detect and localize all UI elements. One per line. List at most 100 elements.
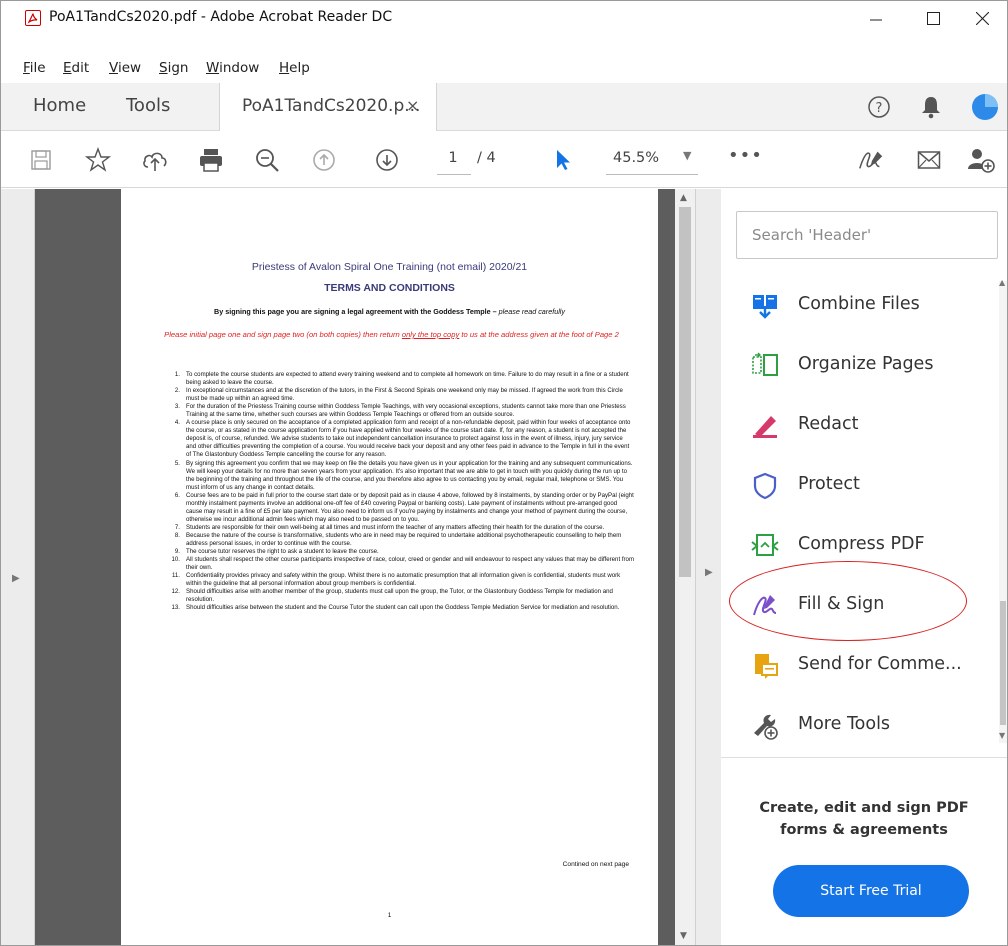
tools-scrollbar-thumb[interactable] <box>1000 601 1006 725</box>
zoom-out-icon[interactable] <box>253 146 281 174</box>
tool-protect[interactable]: Protect <box>747 463 997 507</box>
pdf-page: Priestess of Avalon Spiral One Training … <box>121 189 658 945</box>
terms-item-number: 10. <box>171 556 180 564</box>
tools-search-input[interactable] <box>738 213 996 257</box>
terms-item-number: 7. <box>174 523 180 531</box>
minimize-button[interactable] <box>853 1 899 35</box>
pdf-legal-notice: By signing this page you are signing a l… <box>121 307 658 316</box>
terms-item-text: In exceptional circumstances and at the … <box>186 387 623 403</box>
tool-organize-pages[interactable]: Organize Pages <box>747 343 997 387</box>
add-user-icon[interactable] <box>967 146 995 174</box>
tool-send-for-comment[interactable]: Send for Comme... <box>747 643 997 687</box>
terms-item: 4. A course place is only secured on the … <box>169 419 634 459</box>
pdf-heading: TERMS AND CONDITIONS <box>324 282 455 294</box>
zoom-underline <box>606 174 698 175</box>
more-options-icon[interactable]: ••• <box>728 145 763 166</box>
menu-sign[interactable]: Sign <box>153 57 195 79</box>
document-scrollbar[interactable]: ▲ ▼ <box>675 189 695 945</box>
redact-icon <box>751 412 779 440</box>
pdf-instruction-underlined: only the top copy <box>401 330 460 339</box>
terms-item-text: By signing this agreement you confirm th… <box>186 459 633 491</box>
expand-left-icon[interactable]: ▶ <box>12 573 20 584</box>
tools-scroll-down-icon[interactable]: ▼ <box>999 731 1005 740</box>
terms-item-number: 5. <box>174 459 180 467</box>
terms-item-text: Students are responsible for their own w… <box>186 523 605 531</box>
document-scrollbar-thumb[interactable] <box>679 207 691 577</box>
terms-item-text: The course tutor reserves the right to a… <box>186 548 379 556</box>
menu-edit[interactable]: Edit <box>57 57 96 79</box>
sign-icon[interactable] <box>857 146 885 174</box>
tool-label: Redact <box>798 414 859 434</box>
terms-item: 6. Course fees are to be paid in full pri… <box>169 492 634 524</box>
terms-item-text: Should difficulties arise between the st… <box>186 604 620 612</box>
menu-window[interactable]: Window <box>200 57 266 79</box>
terms-item: 5. By signing this agreement you confirm … <box>169 460 634 492</box>
scroll-up-icon[interactable]: ▲ <box>680 193 687 203</box>
terms-item-number: 13. <box>171 604 180 612</box>
menu-file[interactable]: File <box>17 57 53 79</box>
collapse-right-icon[interactable]: ▶ <box>705 567 713 578</box>
menu-view[interactable]: View <box>103 57 148 79</box>
terms-item-text: Because the nature of the course is tran… <box>186 531 622 547</box>
toolbar: 1 / 4 45.5% ▼ ••• <box>1 132 1007 188</box>
zoom-level[interactable]: 45.5% <box>613 150 659 166</box>
tool-more-tools[interactable]: More Tools <box>747 703 997 747</box>
select-pointer-icon[interactable] <box>549 146 577 174</box>
terms-item-number: 9. <box>174 548 180 556</box>
account-avatar-icon[interactable] <box>971 93 999 121</box>
zoom-dropdown-icon[interactable]: ▼ <box>683 149 691 162</box>
notification-bell-icon[interactable] <box>917 93 945 121</box>
document-area: ▶ Priestess of Avalon Spiral One Trainin… <box>1 189 721 945</box>
upload-cloud-icon[interactable] <box>141 146 169 174</box>
previous-page-icon[interactable] <box>310 146 338 174</box>
tool-label: Compress PDF <box>798 534 925 554</box>
bookmark-star-icon[interactable] <box>84 146 112 174</box>
tools-scroll-up-icon[interactable]: ▲ <box>999 278 1005 287</box>
left-panel-toggle[interactable]: ▶ <box>1 189 35 945</box>
print-icon[interactable] <box>197 146 225 174</box>
right-panel-toggle[interactable]: ▶ <box>695 189 721 945</box>
terms-item-text: Should difficulties arise with another m… <box>186 588 613 604</box>
close-window-button[interactable] <box>959 1 1005 35</box>
start-free-trial-button[interactable]: Start Free Trial <box>773 865 969 917</box>
page-number-input[interactable]: 1 <box>439 150 467 166</box>
tools-scrollbar[interactable]: ▲ ▼ <box>999 278 1007 743</box>
terms-item-number: 8. <box>174 531 180 539</box>
terms-item: 13. Should difficulties arise between the… <box>169 604 634 612</box>
terms-item-number: 2. <box>174 387 180 395</box>
help-icon[interactable]: ? <box>865 93 893 121</box>
tab-home[interactable]: Home <box>33 95 86 116</box>
tool-fill-sign[interactable]: Fill & Sign <box>729 561 997 641</box>
terms-item-number: 6. <box>174 491 180 499</box>
tab-bar: Home Tools PoA1TandCs2020.p... × ? <box>1 83 1007 131</box>
terms-item-number: 3. <box>174 403 180 411</box>
terms-item-number: 11. <box>171 572 180 580</box>
tool-label: Organize Pages <box>798 354 934 374</box>
acrobat-pdf-icon <box>25 10 41 26</box>
scroll-down-icon[interactable]: ▼ <box>680 931 687 941</box>
more-tools-icon <box>751 712 779 740</box>
menu-help[interactable]: Help <box>273 57 317 79</box>
tab-document[interactable]: PoA1TandCs2020.p... × <box>219 83 437 131</box>
acrobat-window: PoA1TandCs2020.pdf - Adobe Acrobat Reade… <box>0 0 1008 946</box>
tools-search-box[interactable] <box>736 211 998 259</box>
tool-combine-files[interactable]: Combine Files <box>747 283 997 327</box>
tool-compress-pdf[interactable]: Compress PDF <box>747 523 997 567</box>
pdf-instruction-post: to us at the address given at the foot o… <box>459 330 619 339</box>
save-icon[interactable] <box>27 146 55 174</box>
tool-label: Send for Comme... <box>798 654 962 674</box>
terms-item-number: 12. <box>171 588 180 596</box>
close-tab-icon[interactable]: × <box>406 96 419 115</box>
terms-item-text: Confidentiality provides privacy and saf… <box>186 572 621 588</box>
email-icon[interactable] <box>915 146 943 174</box>
promo-text: Create, edit and sign PDF forms & agreem… <box>759 800 969 838</box>
terms-list: 1. To complete the course students are ex… <box>169 371 635 612</box>
next-page-icon[interactable] <box>373 146 401 174</box>
tool-label: More Tools <box>798 714 891 734</box>
tool-redact[interactable]: Redact <box>747 403 997 447</box>
terms-item: 8. Because the nature of the course is tr… <box>169 532 634 548</box>
maximize-button[interactable] <box>910 1 956 35</box>
tab-tools[interactable]: Tools <box>126 95 170 116</box>
terms-item-text: All students shall respect the other cou… <box>186 556 635 572</box>
tab-document-label: PoA1TandCs2020.p... <box>242 96 421 116</box>
